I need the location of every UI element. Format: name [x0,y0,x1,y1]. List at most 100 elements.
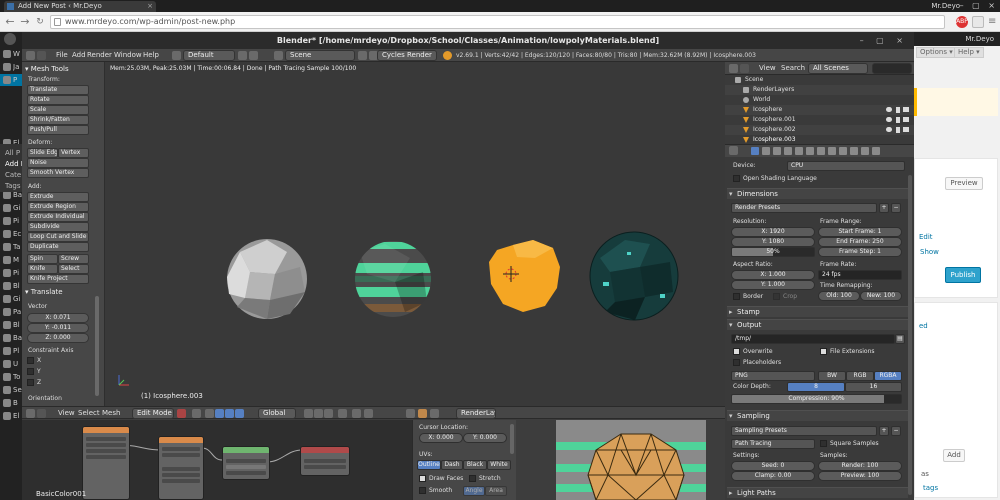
aspect-y-field[interactable]: Y: 1.000 [731,280,815,290]
clamp-field[interactable]: Clamp: 0.00 [731,471,815,481]
bw-toggle[interactable]: BW [818,371,846,381]
smooth-vertex-button[interactable]: Smooth Vertex [27,168,89,178]
wp-menu-item[interactable]: Gi [0,202,24,214]
integrator-select[interactable]: Path Tracing [731,439,815,449]
slide-vertex-button[interactable]: Vertex [58,148,89,158]
outliner-display-mode[interactable]: All Scenes [808,63,868,74]
render-engine-select[interactable]: Cycles Render [377,50,437,61]
resolution-percentage-slider[interactable]: 50% [731,247,815,257]
close-tab-icon[interactable]: × [147,1,153,12]
menu-render[interactable]: Render [87,49,112,62]
extrude-button[interactable]: Extrude [27,192,89,202]
select-menu[interactable]: Select [78,407,100,420]
properties-scrollbar[interactable] [908,175,912,495]
uv-white-toggle[interactable]: White [487,460,511,470]
duplicate-button[interactable]: Duplicate [27,242,89,252]
wp-menu-item[interactable]: Ec [0,228,24,240]
stretch-area-toggle[interactable]: Area [485,486,507,496]
placeholders-checkbox[interactable] [733,359,740,366]
add-tag-button[interactable]: Add [943,449,965,462]
translate-manipulator-icon[interactable] [215,409,224,418]
snap-element-icon[interactable] [364,409,373,418]
render-icon[interactable] [418,409,427,418]
draw-faces-checkbox[interactable] [419,475,426,482]
layers-icon[interactable] [406,409,415,418]
choose-tags-link[interactable]: tags [923,483,938,493]
browse-folder-icon[interactable]: ▤ [895,334,905,344]
uv-black-toggle[interactable]: Black [463,460,487,470]
scene-field[interactable]: Scene [285,50,355,61]
screen-options-button[interactable]: Options ▾ [916,47,957,58]
extension-icon[interactable]: ABP [956,16,968,28]
node-editor[interactable]: BasicColor001 [22,420,412,500]
resolution-y-field[interactable]: Y: 1080 [731,237,815,247]
face-select-icon[interactable] [324,409,333,418]
rgba-toggle[interactable]: RGBA [874,371,902,381]
wp-menu-item[interactable]: Ja [0,61,24,73]
viewport-shading-icon[interactable] [177,409,186,418]
outliner-row-icosphere-002[interactable]: Icosphere.002 [725,125,914,135]
extrude-individual-button[interactable]: Extrude Individual [27,212,89,222]
dimensions-panel-header[interactable]: Dimensions [727,188,908,200]
aspect-x-field[interactable]: X: 1.000 [731,270,815,280]
vertex-select-icon[interactable] [304,409,313,418]
preview-samples-field[interactable]: Preview: 100 [818,471,902,481]
wp-menu-item[interactable]: P [0,74,24,86]
stamp-panel-header[interactable]: Stamp [727,306,908,318]
data-tab-icon[interactable] [828,147,836,155]
renderable-camera-icon[interactable] [903,117,909,122]
wp-menu-item[interactable]: Ba [0,332,24,344]
scene-tab-icon[interactable] [773,147,781,155]
wp-menu-item[interactable]: El [0,410,24,422]
particles-tab-icon[interactable] [861,147,869,155]
outliner-search-menu[interactable]: Search [781,62,805,75]
back-button[interactable]: ← [3,14,17,30]
sampling-panel-header[interactable]: Sampling [727,410,908,422]
browser-profile-name[interactable]: Mr.Deyo [931,0,960,12]
extension-icon[interactable] [972,16,984,28]
color-depth-8-toggle[interactable]: 8 [787,382,845,392]
uv-image-view[interactable] [516,420,725,500]
uv-panel-scrollbar[interactable] [510,424,514,454]
outliner-row-scene[interactable]: Scene [725,75,914,85]
scale-manipulator-icon[interactable] [235,409,244,418]
renderable-camera-icon[interactable] [903,127,909,132]
knife-project-button[interactable]: Knife Project [27,274,89,284]
remove-layout-icon[interactable] [249,51,258,60]
osl-checkbox[interactable] [733,175,740,182]
resolution-x-field[interactable]: X: 1920 [731,227,815,237]
output-panel-header[interactable]: Output [727,319,908,331]
shrink-fatten-button[interactable]: Shrink/Fatten [27,115,89,125]
renderable-camera-icon[interactable] [903,107,909,112]
constraint-x-checkbox[interactable] [27,357,34,364]
wp-menu-item[interactable]: Bl [0,280,24,292]
knife-button[interactable]: Knife [27,264,58,274]
file-extensions-checkbox[interactable] [820,348,827,355]
pivot-point-icon[interactable] [192,409,201,418]
reload-button[interactable]: ↻ [33,14,47,30]
subdivide-button[interactable]: Subdivide [27,222,89,232]
extrude-region-button[interactable]: Extrude Region [27,202,89,212]
outliner-row-icosphere[interactable]: Icosphere [725,105,914,115]
menu-toggle-icon[interactable] [740,64,749,73]
diffuse-bsdf-node[interactable] [222,446,270,480]
render-samples-field[interactable]: Render: 100 [818,461,902,471]
visibility-eye-icon[interactable] [886,117,892,122]
seed-field[interactable]: Seed: 0 [731,461,815,471]
3d-viewport[interactable]: Mem:25.03M, Peak:25.03M | Time:00:06.84 … [105,62,725,406]
constraint-y-checkbox[interactable] [27,368,34,375]
screen-layout-field[interactable]: Default [183,50,235,61]
rotate-manipulator-icon[interactable] [225,409,234,418]
outliner-row-icosphere-003[interactable]: Icosphere.003 [725,135,914,144]
menu-file[interactable]: File [56,49,68,62]
spin-button[interactable]: Spin [27,254,58,264]
texture-tab-icon[interactable] [850,147,858,155]
image-texture-node[interactable] [158,436,204,500]
frame-rate-select[interactable]: 24 fps [818,270,902,280]
edge-select-icon[interactable] [314,409,323,418]
texture-node[interactable] [82,426,130,500]
editor-type-icon[interactable] [729,64,738,73]
wp-menu-item[interactable]: U [0,358,24,370]
mode-select[interactable]: Edit Mode [132,408,174,419]
remove-sampling-preset-button[interactable]: − [891,426,901,436]
